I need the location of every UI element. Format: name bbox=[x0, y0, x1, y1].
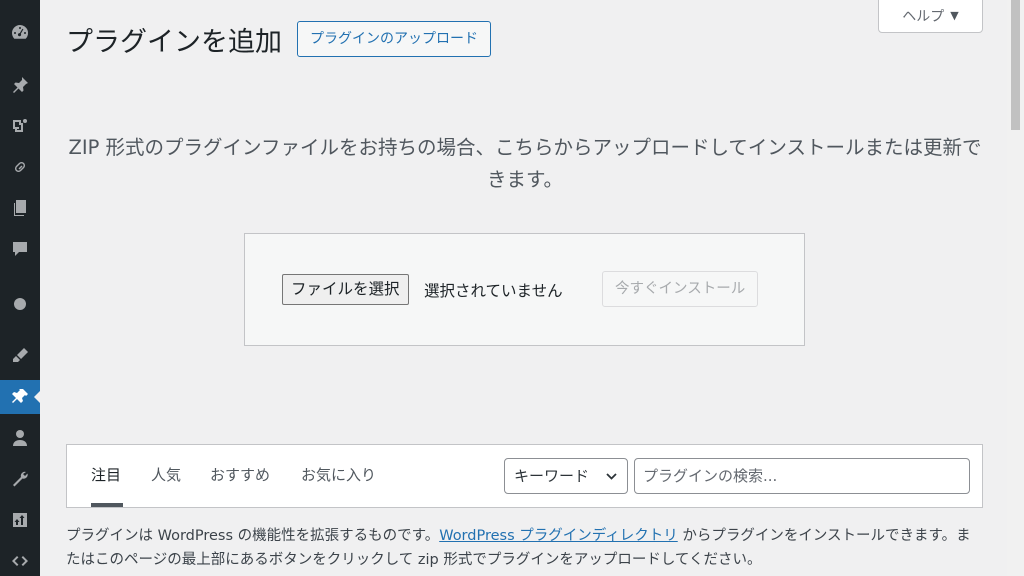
appearance-brush-icon[interactable] bbox=[0, 339, 40, 373]
tools-wrench-icon[interactable] bbox=[0, 462, 40, 496]
help-tab-label: ヘルプ bbox=[902, 8, 945, 25]
plugin-filter-bar: 注目 人気 おすすめ お気に入り キーワード bbox=[66, 444, 983, 508]
comments-icon[interactable] bbox=[0, 232, 40, 266]
code-icon[interactable] bbox=[0, 544, 40, 576]
help-tab[interactable]: ヘルプ ▼ bbox=[878, 0, 983, 33]
tab-featured[interactable]: 注目 bbox=[91, 464, 121, 485]
chevron-down-icon bbox=[606, 473, 617, 480]
scrollbar-thumb[interactable] bbox=[1011, 0, 1020, 130]
tab-recommended[interactable]: おすすめ bbox=[210, 464, 270, 485]
plugins-icon[interactable] bbox=[0, 380, 41, 414]
tab-popular[interactable]: 人気 bbox=[151, 464, 181, 485]
pages-icon[interactable] bbox=[0, 191, 40, 225]
file-status-text: 選択されていません bbox=[424, 282, 563, 300]
admin-sidebar bbox=[0, 0, 41, 576]
caret-down-icon: ▼ bbox=[950, 9, 959, 22]
install-now-button[interactable]: 今すぐインストール bbox=[602, 271, 759, 307]
current-tab-indicator bbox=[91, 503, 123, 507]
page-scrollbar[interactable] bbox=[1007, 0, 1024, 576]
upload-help-text: ZIP 形式のプラグインファイルをお持ちの場合、こちらからアップロードしてインス… bbox=[68, 136, 982, 191]
plugin-directory-link[interactable]: WordPress プラグインディレクトリ bbox=[439, 528, 678, 544]
plugins-description: プラグインは WordPress の機能性を拡張するものです。WordPress… bbox=[66, 524, 984, 572]
upload-plugin-button[interactable]: プラグインのアップロード bbox=[297, 21, 491, 57]
description-text-1: プラグインは WordPress の機能性を拡張するものです。 bbox=[66, 528, 440, 544]
users-icon[interactable] bbox=[0, 421, 40, 455]
tab-favorites[interactable]: お気に入り bbox=[301, 464, 376, 485]
posts-pin-icon[interactable] bbox=[0, 68, 40, 102]
circle-icon[interactable] bbox=[0, 287, 40, 321]
dashboard-icon[interactable] bbox=[0, 15, 40, 49]
search-type-select[interactable]: キーワード bbox=[504, 458, 628, 494]
upload-form: ファイルを選択 選択されていません 今すぐインストール bbox=[244, 233, 805, 346]
links-icon[interactable] bbox=[0, 150, 40, 184]
page-title: プラグインを追加 bbox=[66, 27, 282, 58]
plugin-search-input[interactable] bbox=[634, 458, 970, 494]
choose-file-button[interactable]: ファイルを選択 bbox=[282, 274, 409, 305]
media-icon[interactable] bbox=[0, 109, 40, 143]
search-type-value: キーワード bbox=[514, 467, 590, 485]
settings-icon[interactable] bbox=[0, 503, 40, 537]
